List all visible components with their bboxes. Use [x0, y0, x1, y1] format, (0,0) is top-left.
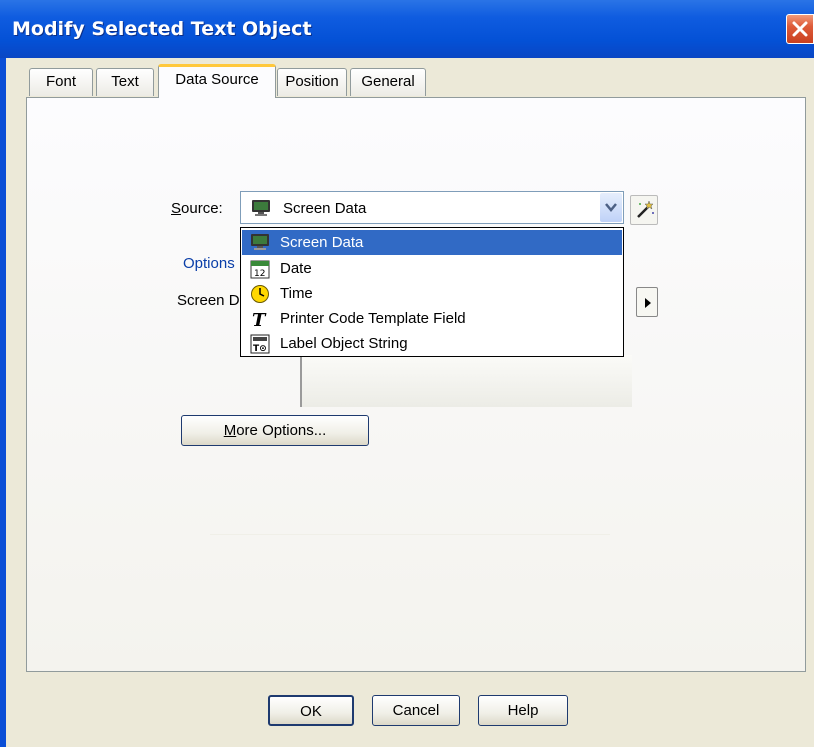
tab-general-label: General	[361, 73, 415, 90]
svg-text:12: 12	[254, 269, 265, 279]
source-dropdown-list: Screen Data 12 Date Time T Printer Code …	[240, 227, 624, 357]
svg-text:T: T	[252, 310, 267, 329]
tab-font-label: Font	[45, 73, 76, 90]
monitor-icon	[251, 199, 271, 222]
svg-text:T⊙: T⊙	[253, 344, 267, 354]
ok-button[interactable]: OK	[268, 695, 354, 726]
tab-position-label: Position	[285, 73, 339, 90]
dropdown-option-label: Printer Code Template Field	[280, 310, 466, 327]
dropdown-option-screen-data[interactable]: Screen Data	[242, 230, 622, 255]
options-link[interactable]: Options	[183, 255, 235, 272]
dropdown-option-label: Date	[280, 260, 312, 277]
more-options-mnemonic: M	[223, 422, 237, 439]
chevron-down-icon	[605, 203, 617, 212]
tab-text-label: Text	[111, 73, 139, 90]
dropdown-option-label: Time	[280, 285, 313, 302]
screen-data-label: Screen D	[177, 292, 240, 309]
insert-field-button[interactable]	[636, 287, 658, 317]
more-options-label: ore Options...	[236, 422, 327, 439]
combobox-dropdown-button[interactable]	[600, 193, 622, 222]
dropdown-option-label: Screen Data	[280, 234, 364, 251]
title-bar[interactable]: Modify Selected Text Object	[0, 0, 814, 58]
tab-position[interactable]: Position	[277, 68, 347, 96]
label-object-icon: T⊙	[250, 334, 270, 354]
source-combobox-value: Screen Data	[283, 200, 367, 217]
source-combobox[interactable]: Screen Data	[240, 191, 624, 224]
triangle-right-icon	[645, 298, 651, 308]
tab-text[interactable]: Text	[96, 68, 154, 96]
dropdown-option-label-object[interactable]: T⊙ Label Object String	[242, 331, 622, 356]
help-button[interactable]: Help	[478, 695, 568, 726]
dropdown-option-printer-code[interactable]: T Printer Code Template Field	[242, 306, 622, 331]
dropdown-option-time[interactable]: Time	[242, 281, 622, 306]
dialog-window: Modify Selected Text Object Font Text Da…	[0, 0, 814, 747]
tab-data-source[interactable]: Data Source	[158, 64, 276, 98]
source-label-mnemonic: S	[171, 200, 182, 217]
source-label-text: ource:	[181, 200, 223, 217]
close-button[interactable]	[786, 14, 814, 44]
monitor-icon	[250, 233, 270, 253]
tab-data-source-label: Data Source	[175, 71, 259, 88]
source-label: Source:	[171, 200, 223, 217]
italic-t-icon: T	[250, 309, 270, 331]
screen-data-textbox[interactable]	[300, 355, 632, 407]
dropdown-option-label: Label Object String	[280, 335, 408, 352]
tab-font[interactable]: Font	[29, 68, 93, 96]
clock-icon	[250, 284, 270, 304]
separator	[210, 534, 610, 535]
magic-wand-button[interactable]	[630, 195, 658, 225]
dropdown-option-date[interactable]: 12 Date	[242, 256, 622, 281]
cancel-button[interactable]: Cancel	[372, 695, 460, 726]
calendar-icon: 12	[250, 259, 270, 279]
window-title: Modify Selected Text Object	[12, 18, 312, 40]
more-options-button[interactable]: More Options...	[181, 415, 369, 446]
tab-general[interactable]: General	[350, 68, 426, 96]
